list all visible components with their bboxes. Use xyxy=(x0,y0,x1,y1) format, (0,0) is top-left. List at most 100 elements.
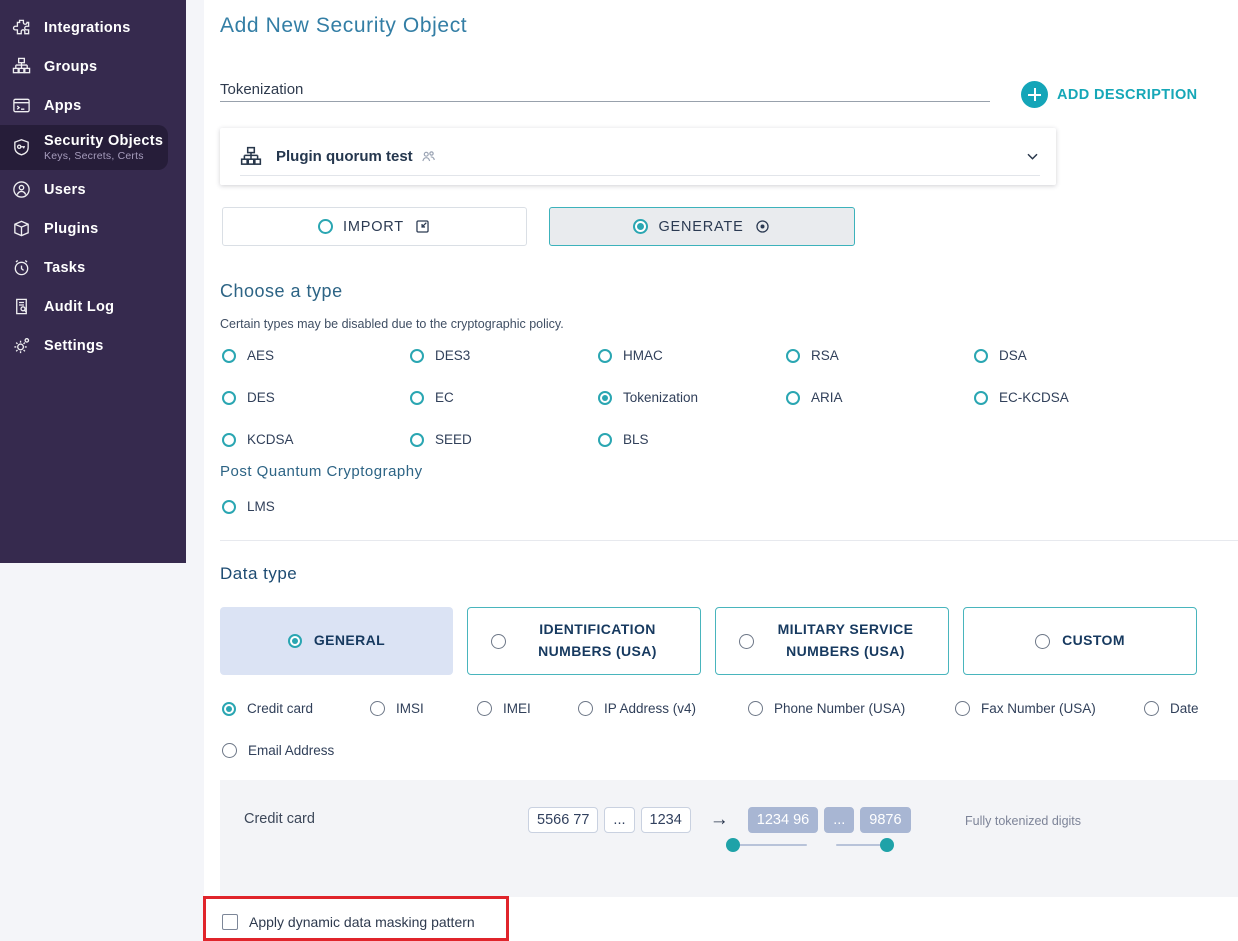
type-option-ec-kcdsa[interactable]: EC-KCDSA xyxy=(974,390,1069,405)
type-option-label: LMS xyxy=(247,499,275,514)
source-token: 5566 77 xyxy=(528,807,599,833)
data-type-card-label: GENERAL xyxy=(313,632,386,649)
type-option-aria[interactable]: ARIA xyxy=(786,390,843,405)
data-option-imsi[interactable]: IMSI xyxy=(370,701,424,716)
left-digits-slider[interactable] xyxy=(726,838,807,852)
tokenization-preview-panel: Credit card 5566 77 ... 1234 → 1234 96 .… xyxy=(220,780,1238,897)
type-option-label: EC-KCDSA xyxy=(999,390,1069,405)
data-option-label: Credit card xyxy=(247,701,314,716)
import-icon xyxy=(414,218,431,235)
type-option-tokenization[interactable]: Tokenization xyxy=(598,390,698,405)
radio-icon xyxy=(578,701,593,716)
radio-icon xyxy=(222,390,236,405)
sidebar-item-settings[interactable]: Settings xyxy=(0,326,186,365)
type-option-des3[interactable]: DES3 xyxy=(410,348,470,363)
add-description-button[interactable]: ADD DESCRIPTION xyxy=(1021,81,1198,108)
sidebar-item-integrations[interactable]: Integrations xyxy=(0,8,186,47)
sidebar-item-security-objects[interactable]: Security Objects Keys, Secrets, Certs xyxy=(0,125,168,170)
data-option-imei[interactable]: IMEI xyxy=(477,701,531,716)
page-title: Add New Security Object xyxy=(220,14,468,37)
group-selector[interactable]: Plugin quorum test xyxy=(220,128,1056,185)
radio-icon xyxy=(598,432,612,447)
group-name: Plugin quorum test xyxy=(276,148,413,165)
type-option-aes[interactable]: AES xyxy=(222,348,274,363)
type-option-ec[interactable]: EC xyxy=(410,390,454,405)
type-option-label: EC xyxy=(435,390,454,405)
crypto-policy-note: Certain types may be disabled due to the… xyxy=(220,317,564,331)
sidebar-item-label: Security Objects xyxy=(44,133,164,150)
data-option-credit-card[interactable]: Credit card xyxy=(222,701,313,716)
type-option-hmac[interactable]: HMAC xyxy=(598,348,663,363)
radio-icon xyxy=(222,743,237,758)
sidebar-item-tasks[interactable]: Tasks xyxy=(0,248,186,287)
slider-thumb[interactable] xyxy=(726,838,740,852)
right-digits-slider[interactable] xyxy=(836,838,894,852)
sidebar-item-plugins[interactable]: Plugins xyxy=(0,209,186,248)
data-type-heading: Data type xyxy=(220,564,298,583)
data-option-email-address[interactable]: Email Address xyxy=(222,743,334,758)
type-option-bls[interactable]: BLS xyxy=(598,432,649,447)
type-option-des[interactable]: DES xyxy=(222,390,275,405)
data-type-card-custom[interactable]: CUSTOM xyxy=(963,607,1197,675)
add-description-label: ADD DESCRIPTION xyxy=(1057,86,1198,103)
generate-radio[interactable] xyxy=(633,219,649,234)
type-option-dsa[interactable]: DSA xyxy=(974,348,1027,363)
radio-icon xyxy=(974,390,988,405)
radio-selected-icon xyxy=(287,634,302,648)
import-radio[interactable] xyxy=(318,219,334,234)
preview-field-label: Credit card xyxy=(244,811,315,827)
type-option-label: HMAC xyxy=(623,348,663,363)
data-type-card-military-service-numbers[interactable]: MILITARY SERVICE NUMBERS (USA) xyxy=(715,607,949,675)
type-option-label: Tokenization xyxy=(623,390,699,405)
radio-icon xyxy=(974,348,988,363)
masked-token-ellipsis: ... xyxy=(824,807,855,833)
data-type-card-label: MILITARY SERVICE NUMBERS (USA) xyxy=(777,621,914,659)
type-option-lms[interactable]: LMS xyxy=(222,499,275,514)
type-option-seed[interactable]: SEED xyxy=(410,432,472,447)
slider-thumb[interactable] xyxy=(880,838,894,852)
radio-icon xyxy=(222,348,236,363)
radio-icon xyxy=(410,348,424,363)
radio-icon xyxy=(490,633,506,649)
type-option-label: RSA xyxy=(811,348,839,363)
generate-toggle-button[interactable]: GENERATE xyxy=(549,207,855,246)
import-label: IMPORT xyxy=(343,218,404,235)
data-option-label: Fax Number (USA) xyxy=(981,701,1096,716)
dynamic-masking-row[interactable]: Apply dynamic data masking pattern xyxy=(222,914,475,930)
type-option-label: DSA xyxy=(999,348,1027,363)
radio-icon xyxy=(222,432,236,447)
import-toggle-button[interactable]: IMPORT xyxy=(222,207,527,246)
type-option-label: SEED xyxy=(435,432,472,447)
radio-icon xyxy=(222,499,236,514)
sidebar-item-audit-log[interactable]: Audit Log xyxy=(0,287,186,326)
sidebar-item-groups[interactable]: Groups xyxy=(0,47,186,86)
sidebar-item-apps[interactable]: Apps xyxy=(0,86,186,125)
chevron-down-icon[interactable] xyxy=(1025,149,1040,164)
radio-icon xyxy=(748,701,763,716)
sidebar-item-users[interactable]: Users xyxy=(0,170,186,209)
data-option-phone-number[interactable]: Phone Number (USA) xyxy=(748,701,905,716)
sidebar-item-sublabel: Keys, Secrets, Certs xyxy=(44,149,144,162)
plugin-box-icon xyxy=(11,219,31,239)
add-security-object-page: Integrations Groups Apps Security Object… xyxy=(0,0,1238,941)
sidebar-item-label: Users xyxy=(44,181,86,198)
puzzle-icon xyxy=(11,18,31,38)
data-option-label: Phone Number (USA) xyxy=(774,701,906,716)
data-option-fax-number[interactable]: Fax Number (USA) xyxy=(955,701,1096,716)
masked-token: 1234 96 xyxy=(747,807,819,833)
data-option-label: Email Address xyxy=(248,743,335,758)
plus-icon xyxy=(1021,81,1048,108)
data-option-date[interactable]: Date xyxy=(1144,701,1199,716)
dynamic-masking-label: Apply dynamic data masking pattern xyxy=(249,914,475,930)
data-type-card-identification-numbers[interactable]: IDENTIFICATION NUMBERS (USA) xyxy=(467,607,701,675)
sidebar: Integrations Groups Apps Security Object… xyxy=(0,0,186,563)
data-type-card-general[interactable]: GENERAL xyxy=(220,607,453,675)
dynamic-masking-checkbox[interactable] xyxy=(222,914,238,930)
type-option-kcdsa[interactable]: KCDSA xyxy=(222,432,294,447)
type-option-rsa[interactable]: RSA xyxy=(786,348,839,363)
radio-icon xyxy=(738,633,754,649)
type-option-label: AES xyxy=(247,348,275,363)
security-object-name-input[interactable] xyxy=(220,78,990,102)
data-option-ip-address[interactable]: IP Address (v4) xyxy=(578,701,696,716)
radio-icon xyxy=(955,701,970,716)
